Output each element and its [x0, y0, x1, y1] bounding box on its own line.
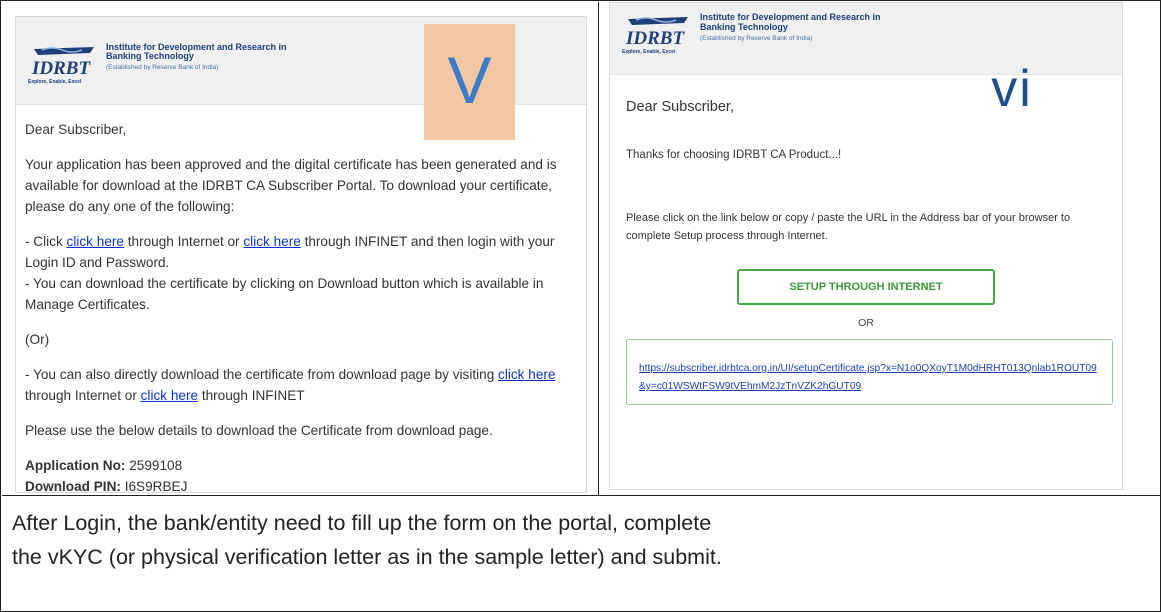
option-3-prefix: - You can also directly download the cer… — [25, 367, 499, 382]
infinet-download-link[interactable]: click here — [141, 388, 198, 403]
download-pin-label: Download PIN: — [25, 479, 121, 493]
approval-email: IDRBT Explore, Enable, Excel Institute f… — [15, 16, 587, 493]
setup-instruction: Please click on the link below or copy /… — [626, 212, 1071, 242]
svg-text:IDRBT: IDRBT — [625, 28, 685, 49]
or-separator: (Or) — [25, 332, 50, 347]
option-3-suffix: through INFINET — [198, 388, 305, 403]
internet-login-link[interactable]: click here — [67, 234, 124, 249]
idrbt-logo-mark-right: IDRBT Explore, Enable, Excel — [622, 13, 694, 55]
application-number: Application No: 2599108 — [25, 455, 577, 476]
download-pin-value: I6S9RBEJ — [120, 479, 188, 493]
option-1-prefix: - Click — [25, 234, 67, 249]
approval-email-body: Dear Subscriber, Your application has be… — [16, 105, 586, 493]
application-number-value: 2599108 — [125, 458, 183, 473]
thanks-message: Thanks for choosing IDRBT CA Product...! — [626, 149, 842, 161]
setup-url-box: https://subscriber.idrbtca.org.in/UI/set… — [626, 339, 1113, 405]
setup-email: IDRBT Explore, Enable, Excel Institute f… — [609, 2, 1123, 490]
slide-badge-v: V — [424, 24, 515, 140]
logo-tagline-right: Explore, Enable, Excel — [622, 49, 676, 55]
idrbt-logo-mark: IDRBT Explore, Enable, Excel — [28, 43, 100, 85]
idrbt-logo-icon: IDRBT — [31, 46, 94, 79]
application-number-label: Application No: — [25, 458, 126, 473]
caption-cell: After Login, the bank/entity need to fil… — [2, 496, 1160, 612]
org-name-line2-right: Banking Technology — [700, 21, 788, 32]
option-1: - Click click here through Internet or c… — [25, 231, 577, 273]
approval-intro: Your application has been approved and t… — [25, 157, 557, 214]
setup-email-body: Dear Subscriber, Thanks for choosing IDR… — [610, 75, 1122, 405]
caption-line-2: the vKYC (or physical verification lette… — [12, 545, 722, 569]
option-3: - You can also directly download the cer… — [25, 364, 577, 406]
caption-line-1: After Login, the bank/entity need to fil… — [12, 511, 712, 535]
idrbt-logo: IDRBT Explore, Enable, Excel Institute f… — [28, 42, 287, 85]
logo-text: Institute for Development and Research i… — [106, 42, 287, 72]
option-2: - You can download the certificate by cl… — [25, 276, 544, 312]
logo-tagline: Explore, Enable, Excel — [28, 78, 82, 85]
idrbt-logo-icon: IDRBT — [625, 17, 688, 49]
established-note: (Established by Reserve Bank of India) — [106, 64, 219, 72]
download-pin: Download PIN: I6S9RBEJ — [25, 476, 577, 493]
setup-through-internet-button[interactable]: SETUP THROUGH INTERNET — [737, 269, 995, 305]
option-3-mid: through Internet or — [25, 388, 141, 403]
svg-text:IDRBT: IDRBT — [31, 58, 91, 79]
slide-badge-vi: vi — [991, 60, 1033, 118]
internet-download-link[interactable]: click here — [498, 367, 555, 382]
setup-url-link[interactable]: https://subscriber.idrbtca.org.in/UI/set… — [639, 363, 1097, 392]
idrbt-logo-right: IDRBT Explore, Enable, Excel Institute f… — [622, 12, 881, 55]
option-1-mid: through Internet or — [123, 234, 244, 249]
or-divider: OR — [858, 317, 874, 329]
details-note: Please use the below details to download… — [25, 423, 493, 438]
infinet-login-link[interactable]: click here — [243, 234, 300, 249]
logo-text-right: Institute for Development and Research i… — [700, 12, 881, 42]
left-email-cell: IDRBT Explore, Enable, Excel Institute f… — [2, 2, 599, 496]
org-name-line2: Banking Technology — [106, 51, 194, 62]
page-frame: IDRBT Explore, Enable, Excel Institute f… — [0, 0, 1161, 612]
right-email-cell: IDRBT Explore, Enable, Excel Institute f… — [599, 2, 1160, 496]
established-note-right: (Established by Reserve Bank of India) — [700, 34, 813, 42]
